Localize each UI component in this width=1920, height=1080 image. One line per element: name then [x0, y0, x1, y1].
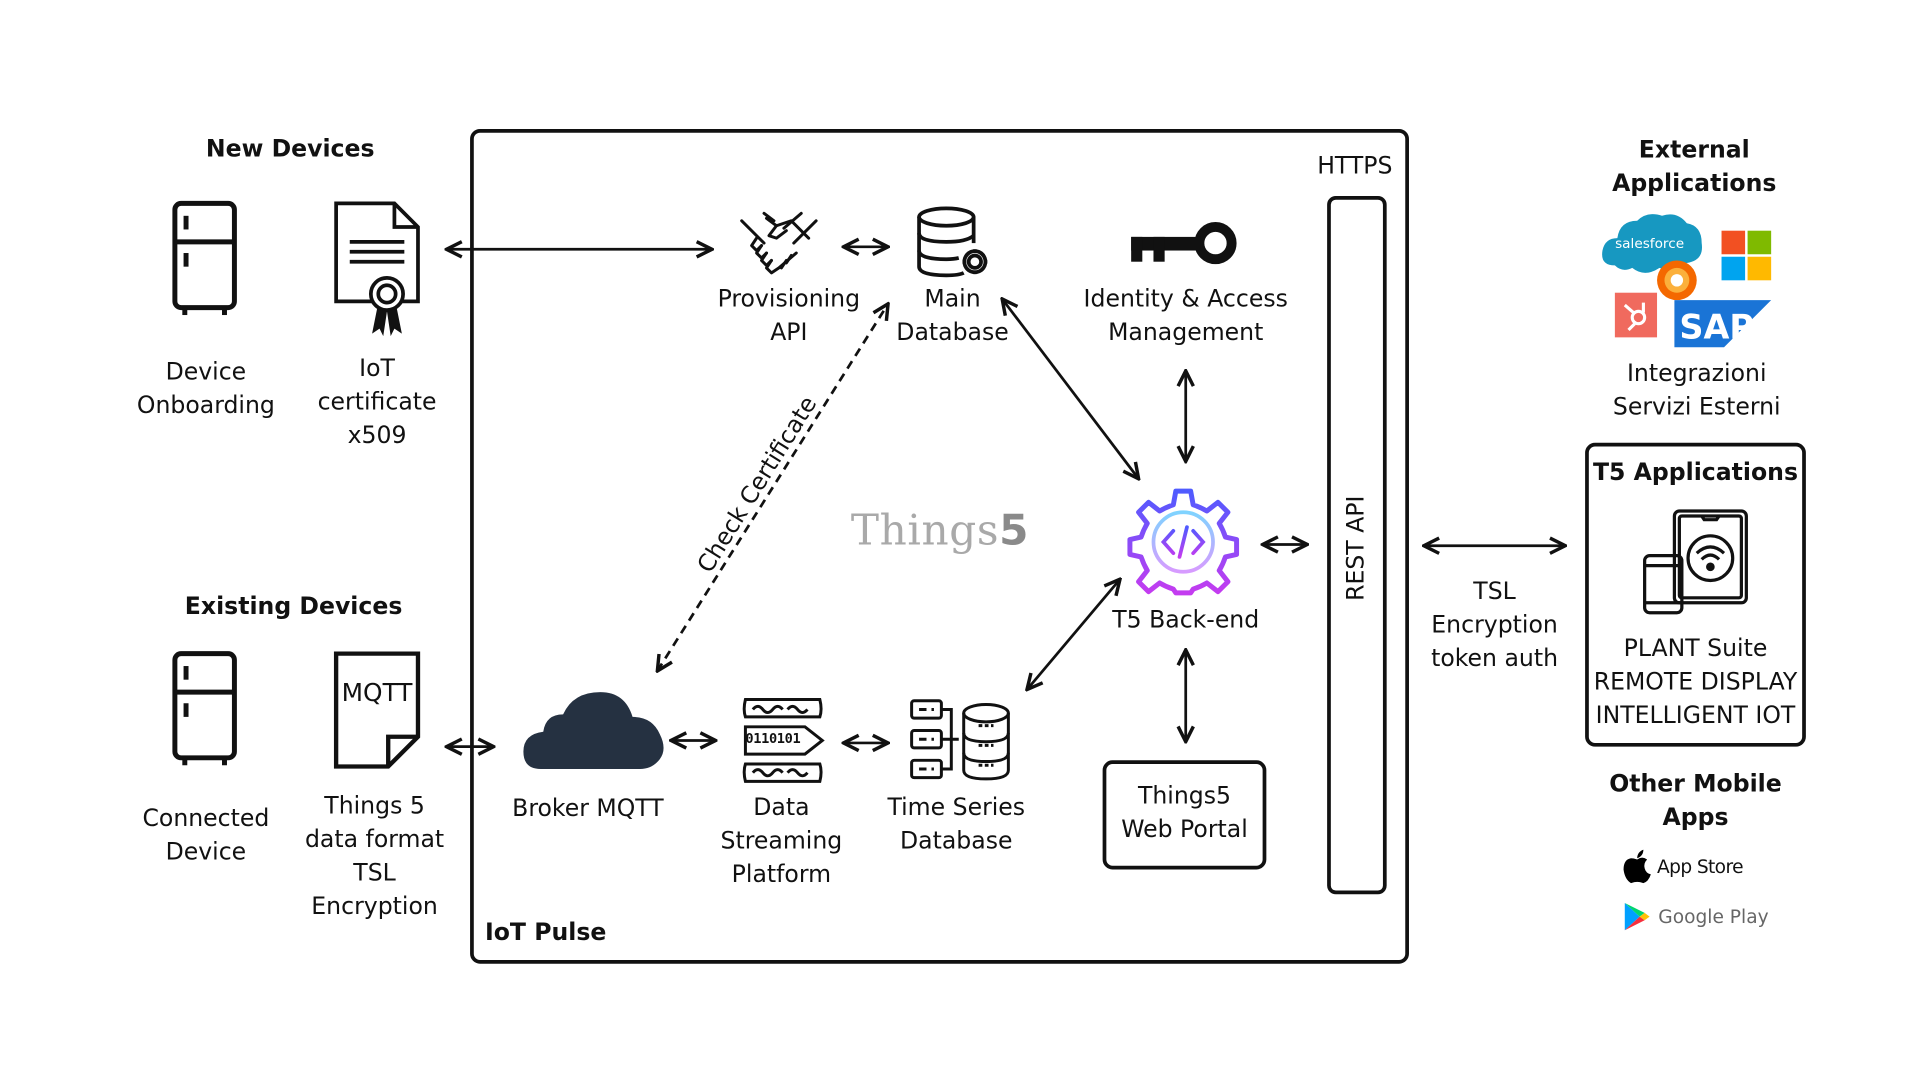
connected-device-label: Connected Device: [129, 802, 283, 869]
label-line: Device: [165, 358, 247, 386]
apple-icon: [1623, 849, 1651, 884]
main-database-label: Main Database: [888, 283, 1017, 350]
existing-devices-title: Existing Devices: [184, 592, 403, 621]
label-line: Time Series: [887, 793, 1026, 822]
handshake-icon: [740, 211, 818, 275]
t5-applications-list: PLANT Suite REMOTE DISPLAY INTELLIGENT I…: [1585, 633, 1806, 733]
t5-applications-title: T5 Applications: [1592, 458, 1798, 487]
label-line: Onboarding: [136, 391, 275, 420]
database-gear-icon: [917, 206, 988, 278]
label-line: Things 5: [324, 792, 425, 820]
integrazioni-label: Integrazioni Servizi Esterni: [1607, 357, 1786, 424]
hubspot-logo: [1614, 292, 1658, 338]
label-line: Management: [1108, 318, 1264, 347]
label-line: Platform: [731, 860, 832, 889]
label-line: Device: [165, 838, 247, 866]
external-applications-title: External Applications: [1607, 134, 1781, 201]
label-line: Database: [896, 318, 1009, 347]
external-logos: salesforce SAP: [1602, 214, 1772, 348]
device-onboarding-label: Device Onboarding: [129, 356, 283, 423]
things5-data-format-label: Things 5 data format TSL Encryption: [298, 790, 452, 924]
app-store-label: App Store: [1657, 855, 1743, 879]
other-mobile-apps-title: Other Mobile Apps: [1595, 768, 1796, 835]
cloud-icon: [523, 692, 664, 769]
label-line: Database: [900, 827, 1013, 855]
label-line: Data: [753, 793, 810, 822]
things5-logo: Things5: [851, 506, 1029, 556]
mobile-tablet-wifi-icon: [1643, 509, 1748, 615]
microsoft-logo: [1721, 230, 1772, 281]
key-icon: [1131, 222, 1237, 265]
label-line: TSL: [353, 859, 396, 887]
timeseries-database-icon: [910, 699, 1010, 781]
t5-backend-label: T5 Back-end: [1112, 606, 1260, 634]
google-play-badge[interactable]: Google Play: [1624, 898, 1769, 935]
sap-logo: SAP: [1674, 300, 1772, 348]
label-line: certificate: [317, 388, 437, 416]
label-line: Identity & Access: [1083, 285, 1288, 313]
data-streaming-label: Data Streaming Platform: [700, 791, 864, 891]
fridge-icon: [172, 200, 237, 316]
label-line: Connected: [142, 804, 270, 833]
app-item-remote-display[interactable]: REMOTE DISPLAY: [1585, 666, 1806, 699]
new-devices-title: New Devices: [205, 135, 375, 163]
logo-number: 5: [999, 506, 1030, 556]
label-line: External: [1638, 136, 1750, 164]
label-line: Streaming: [720, 827, 843, 855]
label-line: Provisioning: [717, 285, 861, 313]
label-line: Main: [924, 285, 981, 313]
label-line: TSL: [1473, 577, 1516, 606]
architecture-diagram: IoT Pulse HTTPS REST API New Devices Dev…: [0, 0, 1920, 1079]
iot-pulse-label: IoT Pulse: [484, 919, 607, 947]
timeseries-label: Time Series Database: [876, 791, 1037, 858]
label-line: data format: [304, 826, 445, 854]
salesforce-text: salesforce: [1615, 236, 1684, 252]
label-line: Applications: [1612, 169, 1777, 198]
label-line: Encryption: [1431, 611, 1558, 639]
app-item-intelligent-iot[interactable]: INTELLIGENT IOT: [1585, 700, 1806, 733]
https-label: HTTPS: [1317, 152, 1393, 180]
label-line: Things5: [1137, 782, 1232, 810]
label-line: Other Mobile: [1609, 770, 1782, 798]
sap-text: SAP: [1679, 308, 1754, 347]
google-play-label: Google Play: [1658, 905, 1769, 928]
label-line: Web Portal: [1121, 816, 1248, 844]
tsl-connection-label: TSL Encryption token auth: [1416, 575, 1572, 675]
mqtt-document-icon: [333, 651, 421, 769]
broker-mqtt-label: Broker MQTT: [512, 795, 664, 823]
label-line: token auth: [1431, 644, 1559, 673]
fridge-icon: [172, 651, 237, 766]
app-item-plant-suite[interactable]: PLANT Suite: [1585, 633, 1806, 666]
label-line: API: [770, 318, 808, 347]
stream-bits: 0110101: [745, 730, 801, 747]
label-line: Encryption: [311, 893, 438, 921]
iot-certificate-label: IoT certificate x509: [310, 352, 444, 452]
grafana-logo: [1657, 260, 1697, 301]
provisioning-api-label: Provisioning API: [702, 283, 876, 350]
rest-api-label: REST API: [1342, 495, 1370, 601]
web-portal-label: Things5 Web Portal: [1103, 780, 1267, 847]
app-store-badge[interactable]: App Store: [1622, 848, 1744, 885]
iam-label: Identity & Access Management: [1074, 283, 1297, 350]
label-line: Integrazioni: [1626, 359, 1767, 387]
label-line: x509: [347, 421, 407, 449]
logo-text: Things: [850, 506, 1000, 556]
mqtt-doc-text: MQTT: [341, 677, 413, 707]
certificate-icon: [334, 201, 420, 337]
label-line: Servizi Esterni: [1612, 393, 1781, 421]
google-play-icon: [1624, 902, 1650, 931]
label-line: IoT: [359, 354, 395, 383]
backend-gear-code-icon: [1127, 488, 1240, 596]
label-line: Apps: [1662, 803, 1729, 832]
